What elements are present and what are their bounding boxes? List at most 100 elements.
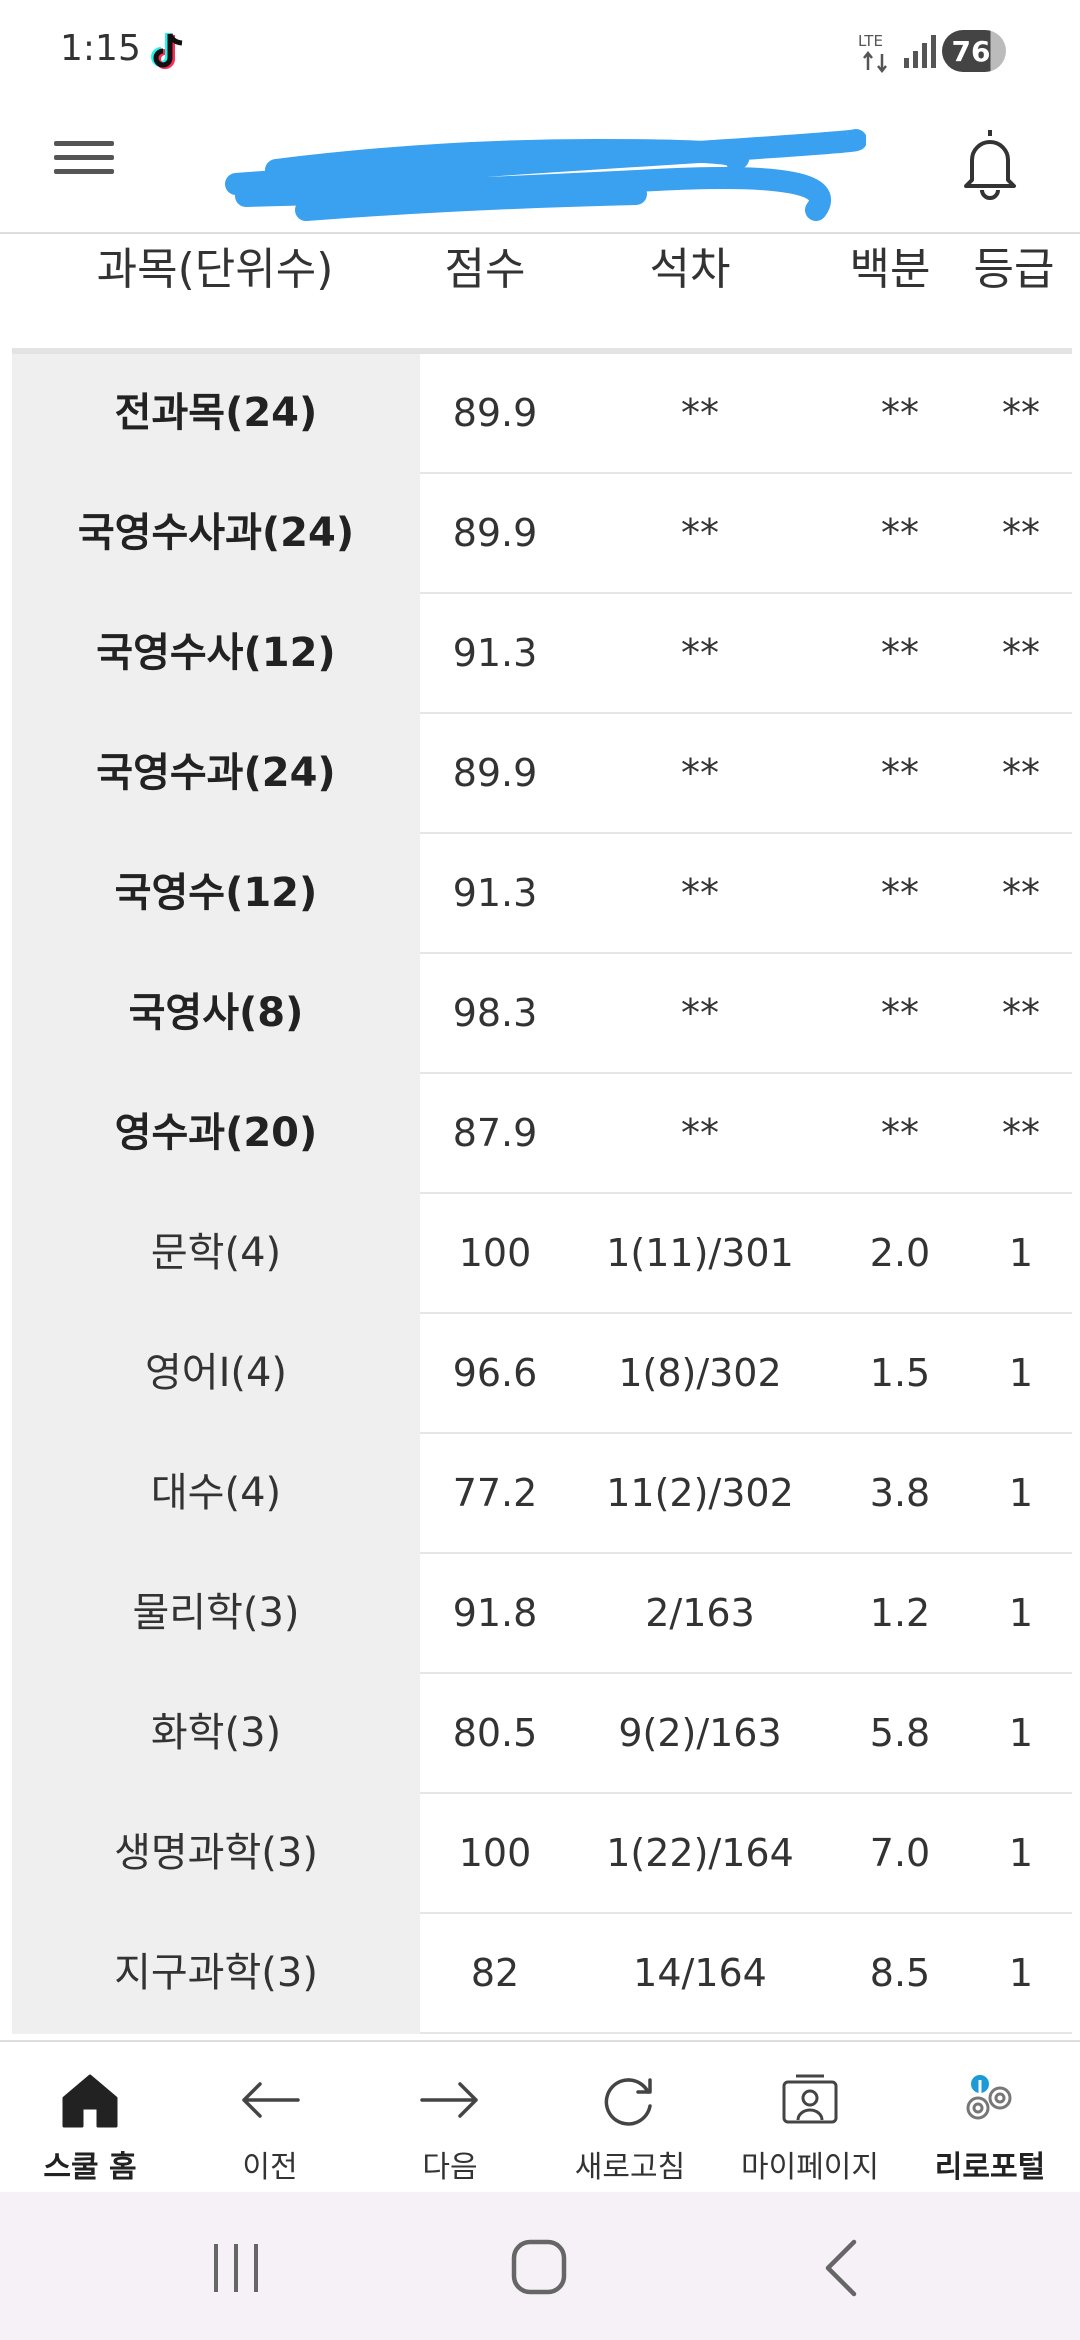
system-nav-bar xyxy=(0,2192,1080,2340)
nav-forward[interactable]: 다음 xyxy=(360,2042,540,2194)
rank-cell: ** xyxy=(681,511,719,555)
rank-cell: 14/164 xyxy=(633,1951,767,1995)
percent-cell: 1.2 xyxy=(869,1591,931,1635)
app-header xyxy=(0,100,1080,234)
nav-school-home[interactable]: 스쿨 홈 xyxy=(0,2042,180,2194)
subject-cell: 영수과(20) xyxy=(12,1074,420,1194)
redaction-scribble xyxy=(225,129,866,221)
subject-cell: 생명과학(3) xyxy=(12,1794,420,1914)
grade-cell: 1 xyxy=(1008,1231,1034,1275)
nav-mypage[interactable]: 마이페이지 xyxy=(720,2042,900,2194)
table-row: 국영수사과(24) 89.9 ** ** ** xyxy=(12,474,1072,594)
table-row: 영어I(4) 96.6 1(8)/302 1.5 1 xyxy=(12,1314,1072,1434)
percent-cell: ** xyxy=(881,511,919,555)
refresh-icon xyxy=(604,2078,652,2126)
col-rank: 석차 xyxy=(649,244,731,295)
subject-cell: 물리학(3) xyxy=(12,1554,420,1674)
grade-cell: ** xyxy=(1002,1111,1040,1155)
home-icon xyxy=(62,2074,118,2128)
table-row: 국영수과(24) 89.9 ** ** ** xyxy=(12,714,1072,834)
score-cell: 91.3 xyxy=(452,871,538,915)
percent-cell: 3.8 xyxy=(869,1471,931,1515)
rank-cell: ** xyxy=(681,991,719,1035)
arrow-right-icon xyxy=(420,2082,478,2118)
subject-cell: 전과목(24) xyxy=(12,354,420,474)
bell-icon[interactable] xyxy=(958,124,1022,200)
rank-cell: 11(2)/302 xyxy=(606,1471,794,1515)
table-row: 전과목(24) 89.9 ** ** ** xyxy=(12,354,1072,474)
percent-cell: ** xyxy=(881,1111,919,1155)
col-grade: 등급 xyxy=(973,244,1055,295)
score-cell: 89.9 xyxy=(452,391,538,435)
nav-refresh[interactable]: 새로고침 xyxy=(540,2042,720,2194)
rank-cell: 9(2)/163 xyxy=(618,1711,782,1755)
percent-cell: 5.8 xyxy=(869,1711,931,1755)
grade-cell: ** xyxy=(1002,871,1040,915)
grade-cell: 1 xyxy=(1008,1711,1034,1755)
percent-cell: ** xyxy=(881,991,919,1035)
rank-cell: 1(11)/301 xyxy=(606,1231,794,1275)
score-cell: 82 xyxy=(470,1951,520,1995)
score-cell: 87.9 xyxy=(452,1111,538,1155)
home-button-icon[interactable] xyxy=(504,2232,576,2304)
tiktok-icon xyxy=(151,33,183,69)
grade-cell: 1 xyxy=(1008,1471,1034,1515)
score-cell: 80.5 xyxy=(452,1711,538,1755)
grade-cell: ** xyxy=(1002,751,1040,795)
subject-cell: 영어I(4) xyxy=(12,1314,420,1434)
table-row: 영수과(20) 87.9 ** ** ** xyxy=(12,1074,1072,1194)
status-time: 1:15 xyxy=(60,28,141,69)
percent-cell: 8.5 xyxy=(869,1951,931,1995)
table-row: 물리학(3) 91.8 2/163 1.2 1 xyxy=(12,1554,1072,1674)
grade-cell: ** xyxy=(1002,391,1040,435)
subject-cell: 국영수사과(24) xyxy=(12,474,420,594)
lte-label: LTE xyxy=(858,32,883,50)
percent-cell: 1.5 xyxy=(869,1351,931,1395)
status-bar: 1:15 LTE 76 xyxy=(0,0,1080,100)
subject-cell: 국영사(8) xyxy=(12,954,420,1074)
percent-cell: 7.0 xyxy=(869,1831,931,1875)
score-cell: 77.2 xyxy=(452,1471,538,1515)
grade-cell: 1 xyxy=(1008,1351,1034,1395)
subject-cell: 국영수과(24) xyxy=(12,714,420,834)
rank-cell: ** xyxy=(681,391,719,435)
percent-cell: ** xyxy=(881,391,919,435)
profile-card-icon xyxy=(782,2074,838,2124)
table-row: 국영수사(12) 91.3 ** ** ** xyxy=(12,594,1072,714)
score-cell: 100 xyxy=(458,1231,532,1275)
subject-cell: 문학(4) xyxy=(12,1194,420,1314)
nav-label: 스쿨 홈 xyxy=(43,2150,137,2185)
table-row: 화학(3) 80.5 9(2)/163 5.8 1 xyxy=(12,1674,1072,1794)
grade-cell: ** xyxy=(1002,991,1040,1035)
score-cell: 100 xyxy=(458,1831,532,1875)
rank-cell: ** xyxy=(681,871,719,915)
subject-cell: 국영수사(12) xyxy=(12,594,420,714)
recent-apps-icon[interactable] xyxy=(200,2232,272,2304)
percent-cell: ** xyxy=(881,871,919,915)
score-cell: 91.3 xyxy=(452,631,538,675)
score-cell: 91.8 xyxy=(452,1591,538,1635)
percent-cell: 2.0 xyxy=(869,1231,931,1275)
nav-back[interactable]: 이전 xyxy=(180,2042,360,2194)
score-table: 전과목(24) 89.9 ** ** ** 국영수사과(24) 89.9 ** ** ** 국영수사… xyxy=(12,354,1072,2034)
table-row: 대수(4) 77.2 11(2)/302 3.8 1 xyxy=(12,1434,1072,1554)
col-subject: 과목(단위수) xyxy=(96,244,334,295)
rank-cell: 2/163 xyxy=(645,1591,755,1635)
back-button-icon[interactable] xyxy=(806,2232,878,2304)
hamburger-icon[interactable] xyxy=(52,132,116,196)
percent-cell: ** xyxy=(881,631,919,675)
subject-cell: 국영수(12) xyxy=(12,834,420,954)
rank-cell: 1(8)/302 xyxy=(618,1351,782,1395)
table-row: 국영사(8) 98.3 ** ** ** xyxy=(12,954,1072,1074)
signal-icon xyxy=(904,35,936,68)
grade-cell: 1 xyxy=(1008,1591,1034,1635)
col-score: 점수 xyxy=(444,244,526,295)
subject-cell: 대수(4) xyxy=(12,1434,420,1554)
table-row: 지구과학(3) 82 14/164 8.5 1 xyxy=(12,1914,1072,2034)
score-cell: 98.3 xyxy=(452,991,538,1035)
nav-riro-portal[interactable]: 리로포털 xyxy=(900,2042,1080,2194)
table-row: 생명과학(3) 100 1(22)/164 7.0 1 xyxy=(12,1794,1072,1914)
score-cell: 89.9 xyxy=(452,511,538,555)
table-row: 국영수(12) 91.3 ** ** ** xyxy=(12,834,1072,954)
nav-label: 다음 xyxy=(422,2150,478,2185)
